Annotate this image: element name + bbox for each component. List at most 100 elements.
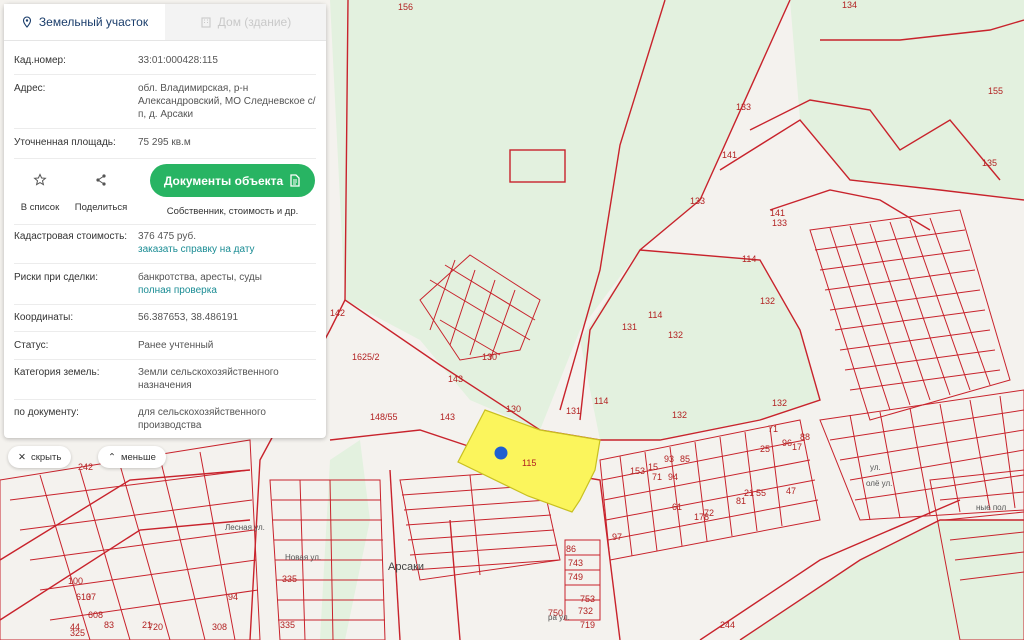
parcel-number-label: 749 <box>568 572 583 582</box>
parcel-number-label: 130 <box>506 404 521 414</box>
parcel-number-label: 21 <box>744 488 754 498</box>
parcel-number-label: 732 <box>578 606 593 616</box>
parcel-number-label: 133 <box>772 218 787 228</box>
parcel-number-label: 131 <box>622 322 637 332</box>
coordinates-value: 56.387653, 38.486191 <box>138 312 239 323</box>
share-icon <box>96 174 106 186</box>
parcel-number-label: 132 <box>772 398 787 408</box>
cost-value: 376 475 руб. <box>138 231 196 242</box>
parcel-number-label: 133 <box>736 102 751 112</box>
tab-parcel[interactable]: Земельный участок <box>4 4 165 40</box>
tab-building[interactable]: Дом (здание) <box>165 4 326 40</box>
parcel-number-label: 141 <box>722 150 737 160</box>
land-category-label: Категория земель: <box>14 367 100 378</box>
documents-button-label: Документы объекта <box>163 173 284 188</box>
parcel-number-label: 131 <box>566 406 581 416</box>
parcel-number-label: 130 <box>482 352 497 362</box>
tab-building-label: Дом (здание) <box>217 15 292 29</box>
area-label: Уточненная площадь: <box>14 137 116 148</box>
street-label: ные пол <box>976 503 1006 512</box>
parcel-number-label: 134 <box>842 0 857 10</box>
by-document-label: по документу: <box>14 407 79 418</box>
address-label: Адрес: <box>14 83 46 94</box>
street-label: олё ул. <box>866 479 892 488</box>
cad-number-link[interactable]: 33:01:000428:115 <box>138 54 316 67</box>
parcel-marker[interactable] <box>494 446 508 460</box>
document-icon <box>290 174 300 187</box>
street-label: Новая ул. <box>285 553 321 562</box>
parcel-number-label: 155 <box>988 86 1003 96</box>
parcel-number-label: 115 <box>522 458 536 468</box>
hide-button[interactable]: ✕ скрыть <box>8 446 72 468</box>
risks-label: Риски при сделки: <box>14 272 98 283</box>
parcel-number-label: 71 <box>768 424 778 434</box>
address-value: обл. Владимирская, р-н Александровский, … <box>138 83 316 120</box>
parcel-number-label: 143 <box>448 374 463 384</box>
share-label: Поделиться <box>74 202 128 213</box>
parcel-number-label: 72 <box>704 508 714 518</box>
parcel-number-label: 17 <box>792 442 802 452</box>
chevron-up-icon: ⌃ <box>108 451 116 463</box>
coordinates-label: Координаты: <box>14 312 74 323</box>
parcel-number-label: 83 <box>104 620 114 630</box>
parcel-number-label: 156 <box>398 2 413 12</box>
add-to-list-button[interactable]: В список <box>10 166 70 213</box>
parcel-number-label: 25 <box>760 444 770 454</box>
tab-parcel-label: Земельный участок <box>38 15 149 29</box>
land-category-value: Земли сельскохозяйственного назначения <box>138 367 279 391</box>
street-label: ул. <box>870 463 881 472</box>
less-button[interactable]: ⌃ меньше <box>98 446 166 468</box>
parcel-number-label: 132 <box>672 410 687 420</box>
share-button[interactable]: Поделиться <box>71 166 131 213</box>
parcel-number-label: 133 <box>690 196 705 206</box>
building-icon <box>201 17 211 28</box>
star-icon <box>33 173 47 186</box>
parcel-number-label: 308 <box>212 622 227 632</box>
parcel-number-label: 335 <box>282 574 297 584</box>
parcel-number-label: 86 <box>566 544 576 554</box>
village-label: Арсаки <box>388 561 424 573</box>
cost-label: Кадастровая стоимость: <box>14 231 128 242</box>
area-value: 75 295 кв.м <box>138 137 191 148</box>
parcel-number-label: 85 <box>680 454 690 464</box>
parcel-number-label: 143 <box>440 412 455 422</box>
parcel-number-label: 94 <box>228 592 238 602</box>
parcel-number-label: 132 <box>668 330 683 340</box>
cad-number-label: Кад.номер: <box>14 55 66 66</box>
parcel-number-label: 96 <box>782 438 792 448</box>
parcel-number-label: 61 <box>672 502 682 512</box>
order-certificate-link[interactable]: заказать справку на дату <box>138 243 316 256</box>
parcel-number-label: 101 <box>0 0 15 2</box>
parcel-number-label: 720 <box>148 622 163 632</box>
parcel-number-label: 100 <box>68 576 83 586</box>
documents-subtitle: Собственник, стоимость и др. <box>166 206 299 217</box>
close-icon: ✕ <box>18 451 26 463</box>
parcel-number-label: 93 <box>664 454 674 464</box>
parcel-number-label: 114 <box>594 396 608 406</box>
parcel-number-label: 88 <box>800 432 810 442</box>
parcel-number-label: 15 <box>648 462 658 472</box>
parcel-number-label: 325 <box>70 628 85 638</box>
parcel-number-label: 114 <box>742 254 756 264</box>
parcel-number-label: 148/55 <box>370 412 398 422</box>
parcel-number-label: 47 <box>786 486 796 496</box>
full-check-link[interactable]: полная проверка <box>138 284 316 297</box>
parcel-number-label: 242 <box>78 462 93 472</box>
hide-label: скрыть <box>30 451 62 463</box>
parcel-number-label: 719 <box>580 620 595 630</box>
parcel-number-label: 141 <box>770 208 785 218</box>
parcel-number-label: 1625/2 <box>352 352 380 362</box>
parcel-number-label: 55 <box>756 488 766 498</box>
parcel-number-label: 71 <box>652 472 662 482</box>
status-value: Ранее учтенный <box>138 340 214 351</box>
parcel-number-label: 135 <box>982 158 997 168</box>
documents-button[interactable]: Документы объекта <box>150 164 315 197</box>
parcel-number-label: 114 <box>648 310 662 320</box>
add-to-list-label: В список <box>20 202 60 213</box>
parcel-info-panel: Земельный участок Дом (здание) Кад.номер… <box>4 4 326 438</box>
parcel-number-label: 244 <box>720 620 735 630</box>
parcel-number-label: 608 <box>88 610 103 620</box>
by-document-value: для сельскохозяйственного производства <box>138 407 266 431</box>
street-label: ра ул. <box>548 613 570 622</box>
parcel-number-label: 97 <box>612 532 622 542</box>
